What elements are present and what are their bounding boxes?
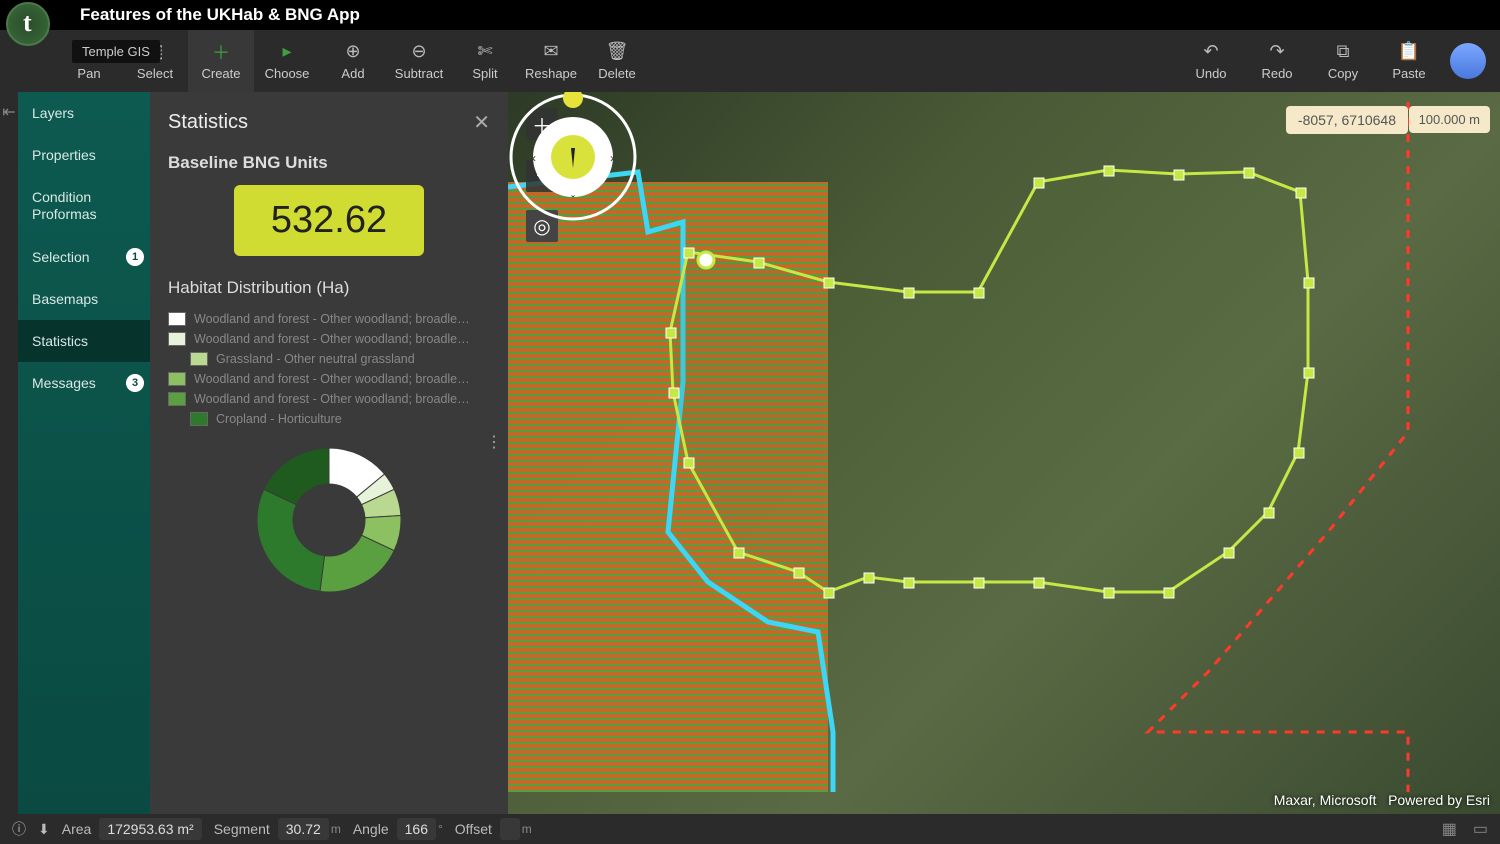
compass-widget[interactable]: ˆ ˇ ‹ ›	[508, 92, 638, 222]
status-bar: ⓘ ⬇ Area172953.63 m² Segment30.72m Angle…	[0, 814, 1500, 844]
legend-item: Woodland and forest - Other woodland; br…	[168, 332, 490, 346]
segment-value: 30.72	[278, 818, 329, 840]
close-panel-button[interactable]: ✕	[473, 110, 490, 135]
legend-item: Woodland and forest - Other woodland; br…	[168, 372, 490, 386]
legend-swatch	[190, 352, 208, 366]
sidebar-item-basemaps[interactable]: Basemaps	[18, 278, 150, 320]
tooltip-temple-gis: Temple GIS	[72, 40, 160, 63]
copy-icon: ⧉	[1333, 42, 1353, 62]
area-value: 172953.63 m²	[99, 818, 201, 840]
sidebar-item-messages[interactable]: Messages3	[18, 362, 150, 404]
legend-item: Grassland - Other neutral grassland	[168, 352, 490, 366]
split-button[interactable]: ✄Split	[452, 30, 518, 92]
collapse-handle[interactable]: ⇤	[0, 92, 18, 814]
offset-value	[500, 818, 520, 840]
redo-button[interactable]: ↷Redo	[1244, 30, 1310, 92]
svg-text:‹: ‹	[532, 151, 536, 165]
legend-swatch	[168, 372, 186, 386]
copy-button[interactable]: ⧉Copy	[1310, 30, 1376, 92]
legend-label: Woodland and forest - Other woodland; br…	[194, 312, 470, 326]
statistics-panel: Statistics ✕ Baseline BNG Units 532.62 H…	[150, 92, 508, 814]
paste-button[interactable]: 📋Paste	[1376, 30, 1442, 92]
delete-button[interactable]: 🗑Delete	[584, 30, 650, 92]
plus-icon: ＋	[211, 42, 231, 62]
legend-label: Cropland - Horticulture	[216, 412, 342, 426]
subtract-button[interactable]: ⊖Subtract	[386, 30, 452, 92]
info-icon[interactable]: ⓘ	[12, 819, 26, 839]
main-area: ⇤ Layers Properties Condition Proformas …	[0, 92, 1500, 814]
legend-label: Woodland and forest - Other woodland; br…	[194, 392, 470, 406]
user-avatar[interactable]	[1450, 43, 1486, 79]
svg-text:›: ›	[610, 151, 614, 165]
legend-item: Woodland and forest - Other woodland; br…	[168, 392, 490, 406]
map-canvas[interactable]: ＋ − ◎ -8057, 6710648 100.000 m Maxar, Mi…	[508, 92, 1500, 814]
sidebar-item-condition-proformas[interactable]: Condition Proformas	[18, 176, 150, 236]
legend-label: Grassland - Other neutral grassland	[216, 352, 415, 366]
undo-button[interactable]: ↶Undo	[1178, 30, 1244, 92]
messages-badge: 3	[126, 374, 144, 392]
download-icon[interactable]: ⬇	[38, 821, 50, 838]
legend: Woodland and forest - Other woodland; br…	[168, 312, 490, 426]
app-logo	[6, 2, 50, 46]
legend-item: Cropland - Horticulture	[168, 412, 490, 426]
segment-label: Segment	[214, 821, 270, 837]
sidebar-item-properties[interactable]: Properties	[18, 134, 150, 176]
baseline-value: 532.62	[234, 185, 424, 256]
angle-value: 166	[397, 818, 436, 840]
panel-title: Statistics	[168, 111, 248, 134]
sidebar-item-selection[interactable]: Selection1	[18, 236, 150, 278]
create-button[interactable]: ＋Create	[188, 30, 254, 92]
flag-icon: ▸	[277, 42, 297, 62]
add-icon: ⊕	[343, 42, 363, 62]
paste-icon: 📋	[1399, 42, 1419, 62]
angle-label: Angle	[353, 821, 389, 837]
svg-text:ˆ: ˆ	[571, 107, 575, 121]
legend-swatch	[168, 392, 186, 406]
reshape-icon: ✉	[541, 42, 561, 62]
app-title: Features of the UKHab & BNG App	[80, 5, 360, 25]
habitat-donut-chart	[249, 440, 409, 600]
legend-label: Woodland and forest - Other woodland; br…	[194, 332, 470, 346]
habitat-label: Habitat Distribution (Ha)	[168, 278, 490, 298]
area-label: Area	[62, 821, 92, 837]
undo-icon: ↶	[1201, 42, 1221, 62]
legend-swatch	[168, 312, 186, 326]
map-attribution: Maxar, Microsoft Powered by Esri	[1274, 792, 1490, 808]
baseline-label: Baseline BNG Units	[168, 153, 490, 173]
svg-text:ˇ: ˇ	[571, 193, 575, 207]
legend-swatch	[190, 412, 208, 426]
coordinates-display: -8057, 6710648	[1286, 106, 1408, 134]
folder-icon[interactable]: ▭	[1473, 819, 1488, 839]
sidebar-item-statistics[interactable]: Statistics	[18, 320, 150, 362]
subtract-icon: ⊖	[409, 42, 429, 62]
offset-label: Offset	[455, 821, 492, 837]
legend-label: Woodland and forest - Other woodland; br…	[194, 372, 470, 386]
title-bar: Features of the UKHab & BNG App	[0, 0, 1500, 30]
add-button[interactable]: ⊕Add	[320, 30, 386, 92]
scale-display: 100.000 m	[1409, 106, 1490, 133]
sidebar-item-layers[interactable]: Layers	[18, 92, 150, 134]
trash-icon: 🗑	[607, 42, 627, 62]
legend-swatch	[168, 332, 186, 346]
sidebar: Layers Properties Condition Proformas Se…	[18, 92, 150, 814]
legend-item: Woodland and forest - Other woodland; br…	[168, 312, 490, 326]
grid-icon[interactable]: ▦	[1442, 819, 1457, 839]
scissors-icon: ✄	[475, 42, 495, 62]
more-options-button[interactable]: ⋮	[486, 432, 502, 452]
reshape-button[interactable]: ✉Reshape	[518, 30, 584, 92]
map-overlay	[508, 92, 1500, 792]
redo-icon: ↷	[1267, 42, 1287, 62]
selection-badge: 1	[126, 248, 144, 266]
choose-button[interactable]: ▸Choose	[254, 30, 320, 92]
toolbar: Temple GIS ✋Pan ⬚Select ＋Create ▸Choose …	[0, 30, 1500, 92]
